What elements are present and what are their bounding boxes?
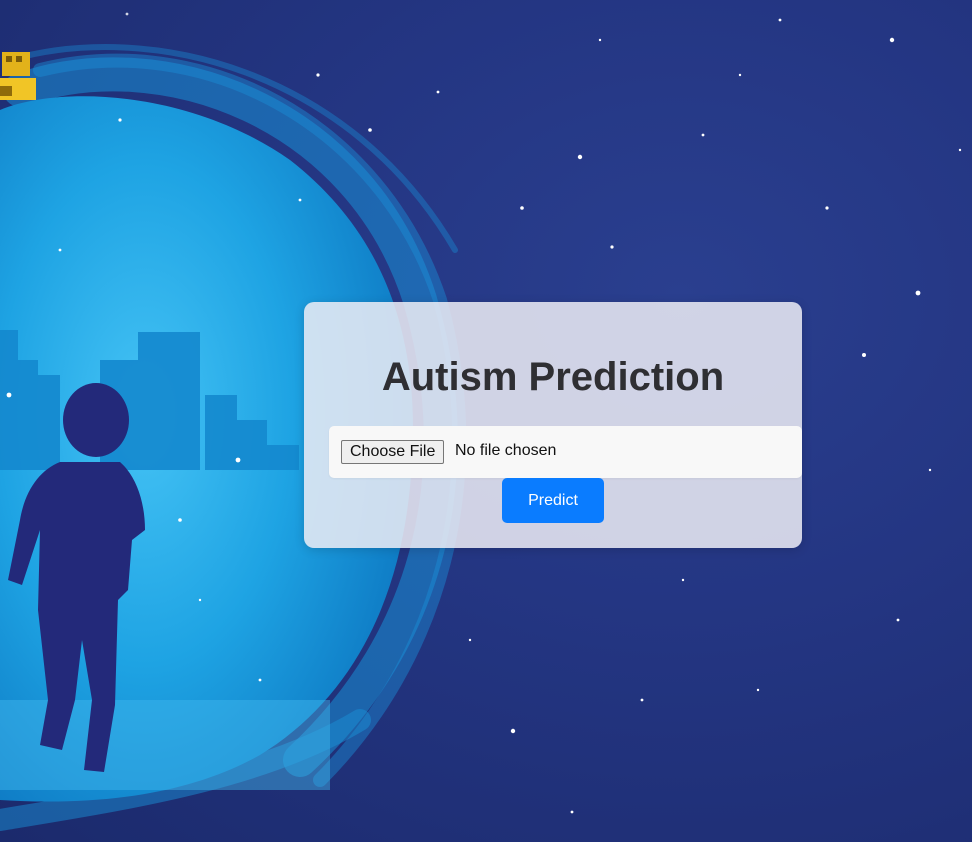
prediction-card: Autism Prediction Choose File No file ch… <box>304 302 802 548</box>
page: Autism Prediction Choose File No file ch… <box>0 0 972 842</box>
file-status-text: No file chosen <box>455 442 557 459</box>
predict-button[interactable]: Predict <box>502 478 604 523</box>
choose-file-button[interactable]: Choose File <box>341 440 445 464</box>
file-upload-field[interactable]: Choose File No file chosen <box>329 426 802 478</box>
page-title: Autism Prediction <box>381 355 725 399</box>
